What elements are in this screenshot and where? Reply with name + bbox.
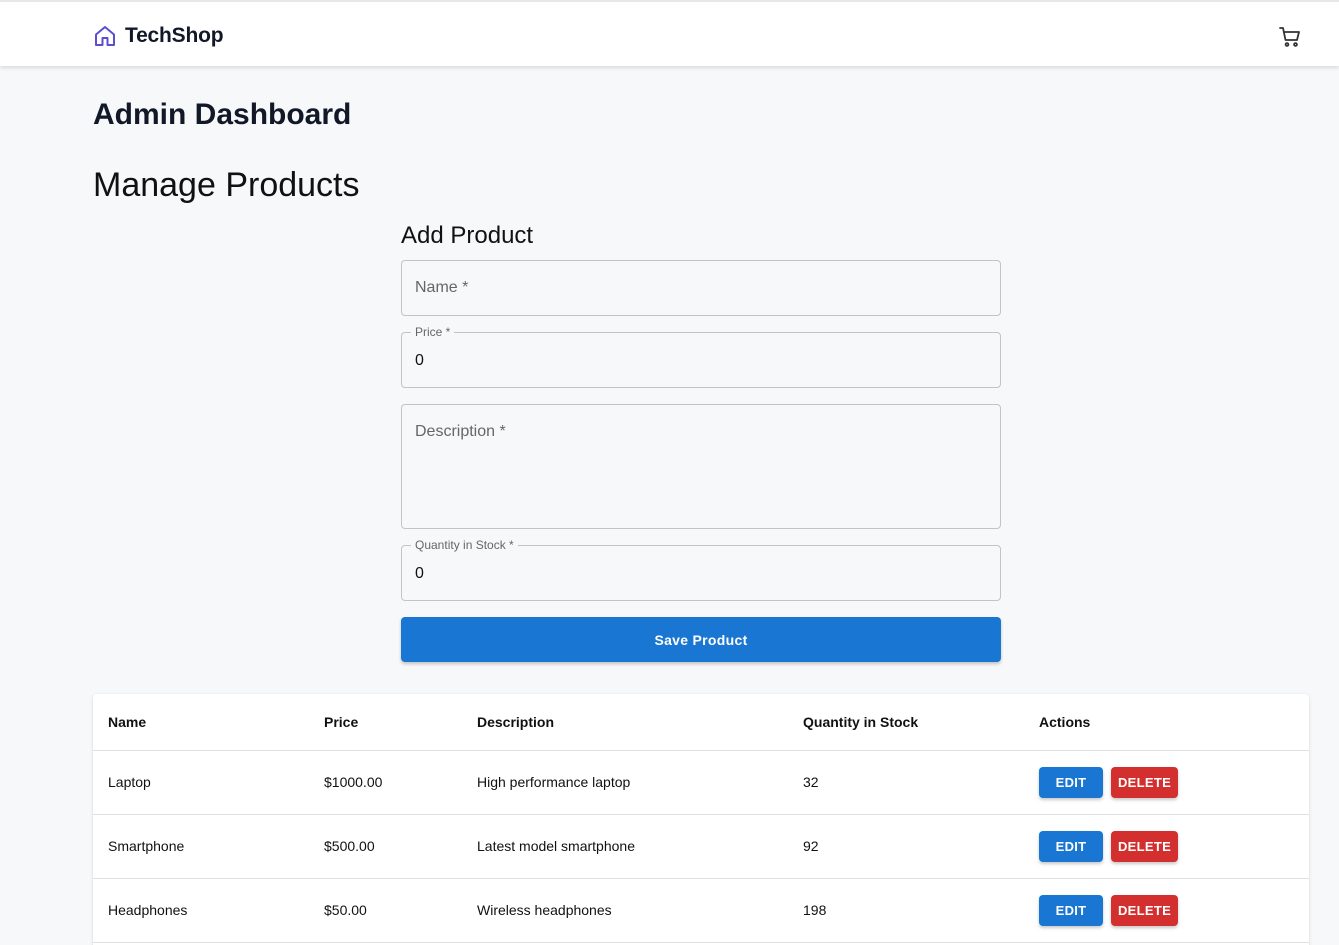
cell-actions: EDIT DELETE	[1024, 878, 1309, 943]
edit-button[interactable]: EDIT	[1039, 830, 1103, 862]
column-header-name: Name	[93, 694, 309, 751]
products-table: Name Price Description Quantity in Stock…	[93, 694, 1309, 943]
brand-name: TechShop	[125, 24, 224, 47]
description-field[interactable]: Description *	[401, 404, 1001, 529]
edit-button[interactable]: EDIT	[1039, 894, 1103, 926]
quantity-label: Quantity in Stock *	[411, 538, 518, 552]
top-navbar: TechShop	[0, 0, 1339, 66]
cell-actions: EDIT DELETE	[1024, 750, 1309, 815]
quantity-field[interactable]: Quantity in Stock * 0	[401, 538, 1001, 601]
cell-price: $500.00	[309, 814, 462, 879]
cell-quantity: 32	[788, 750, 1024, 815]
cell-actions: EDIT DELETE	[1024, 814, 1309, 879]
cell-price: $1000.00	[309, 750, 462, 815]
products-table-card: Name Price Description Quantity in Stock…	[93, 694, 1309, 945]
cell-name: Smartphone	[93, 814, 309, 879]
cell-quantity: 198	[788, 878, 1024, 943]
brand-link[interactable]: TechShop	[93, 22, 224, 50]
save-product-button[interactable]: Save Product	[401, 617, 1001, 662]
column-header-description: Description	[462, 694, 788, 751]
table-row: Headphones $50.00 Wireless headphones 19…	[93, 878, 1309, 943]
cell-description: Wireless headphones	[462, 878, 788, 943]
delete-button[interactable]: DELETE	[1111, 766, 1178, 798]
section-title: Manage Products	[93, 166, 360, 204]
name-field[interactable]: Name *	[401, 260, 1001, 316]
quantity-value: 0	[415, 565, 424, 582]
page-title: Admin Dashboard	[93, 98, 352, 131]
cell-name: Headphones	[93, 878, 309, 943]
add-product-form: Add Product Name * Price * 0 Description…	[401, 220, 1001, 662]
delete-button[interactable]: DELETE	[1111, 894, 1178, 926]
cell-description: High performance laptop	[462, 750, 788, 815]
price-value: 0	[415, 352, 424, 369]
cell-price: $50.00	[309, 878, 462, 943]
cell-description: Latest model smartphone	[462, 814, 788, 879]
column-header-actions: Actions	[1024, 694, 1309, 751]
cart-icon	[1278, 25, 1302, 49]
price-field[interactable]: Price * 0	[401, 325, 1001, 388]
name-label: Name *	[415, 279, 469, 296]
cell-quantity: 92	[788, 814, 1024, 879]
cart-button[interactable]	[1276, 23, 1304, 51]
delete-button[interactable]: DELETE	[1111, 830, 1178, 862]
column-header-price: Price	[309, 694, 462, 751]
home-icon	[93, 24, 117, 48]
price-label: Price *	[411, 325, 455, 339]
table-header-row: Name Price Description Quantity in Stock…	[93, 694, 1309, 751]
edit-button[interactable]: EDIT	[1039, 766, 1103, 798]
description-label: Description *	[415, 423, 506, 440]
form-title: Add Product	[401, 222, 534, 249]
table-row: Laptop $1000.00 High performance laptop …	[93, 750, 1309, 815]
cell-name: Laptop	[93, 750, 309, 815]
table-row: Smartphone $500.00 Latest model smartpho…	[93, 814, 1309, 879]
column-header-quantity: Quantity in Stock	[788, 694, 1024, 751]
